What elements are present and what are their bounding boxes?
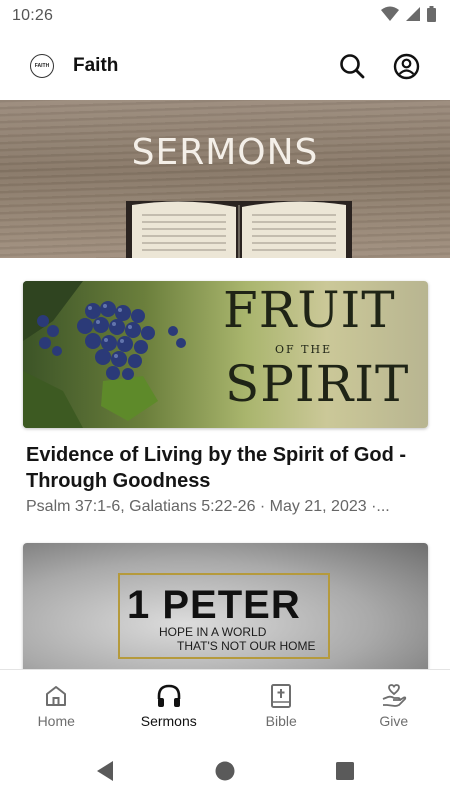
sermon-card[interactable]: 1 PETER HOPE IN A WORLD THAT'S NOT OUR H…	[23, 543, 428, 690]
recents-button[interactable]	[330, 756, 360, 786]
app-bar: FAITH Faith	[0, 32, 450, 100]
banner-title: SERMONS	[131, 132, 319, 173]
account-button[interactable]	[392, 52, 420, 80]
nav-label-sermons: Sermons	[140, 713, 197, 729]
nav-label-home: Home	[37, 713, 75, 729]
nav-item-give[interactable]: Give	[338, 670, 450, 741]
search-icon	[340, 54, 365, 79]
headphones-icon	[155, 682, 183, 710]
back-triangle-icon	[97, 760, 113, 781]
system-nav-bar	[0, 741, 450, 800]
bottom-nav: Home Sermons Bible Give	[0, 669, 450, 741]
back-button[interactable]	[90, 756, 120, 786]
nav-label-bible: Bible	[265, 713, 297, 729]
sermon-meta: Psalm 37:1-6, Galatians 5:22-26 · May 21…	[26, 498, 390, 515]
account-icon	[393, 53, 419, 79]
artwork-line-3: THAT'S NOT OUR HOME	[177, 639, 316, 653]
nav-item-sermons[interactable]: Sermons	[113, 670, 226, 741]
artwork-line-3: SPIRIT	[225, 355, 410, 413]
heart-hand-icon	[380, 682, 408, 710]
artwork-line-1: 1 PETER	[127, 583, 301, 627]
status-time: 10:26	[12, 7, 54, 24]
battery-icon	[427, 5, 436, 27]
artwork-line-2: HOPE IN A WORLD	[159, 625, 267, 639]
sermon-title[interactable]: Evidence of Living by the Spirit of God …	[23, 442, 428, 494]
church-logo: FAITH	[30, 54, 54, 78]
status-bar: 10:26	[0, 0, 450, 32]
signal-icon	[405, 6, 421, 27]
app-title: Faith	[73, 55, 119, 76]
open-bible-image	[126, 201, 352, 258]
sermon-card[interactable]: FRUIT OF THE SPIRIT Evidence of Living b…	[23, 281, 428, 516]
logo-text: FAITH	[34, 63, 50, 69]
nav-label-give: Give	[379, 713, 409, 729]
bible-icon	[267, 682, 295, 710]
grapes-image	[23, 281, 186, 428]
wifi-icon	[381, 6, 399, 27]
artwork-line-1: FRUIT	[223, 281, 396, 339]
nav-item-home[interactable]: Home	[0, 670, 113, 741]
nav-item-bible[interactable]: Bible	[225, 670, 338, 741]
sermon-artwork[interactable]: FRUIT OF THE SPIRIT	[23, 281, 428, 428]
status-icons	[381, 5, 436, 27]
home-system-button[interactable]	[210, 756, 240, 786]
artwork-title: FRUIT OF THE SPIRIT	[223, 281, 428, 428]
search-button[interactable]	[338, 52, 366, 80]
home-circle-icon	[215, 761, 235, 780]
home-icon	[42, 682, 70, 710]
recents-square-icon	[336, 761, 354, 780]
sermon-artwork[interactable]: 1 PETER HOPE IN A WORLD THAT'S NOT OUR H…	[23, 543, 428, 690]
